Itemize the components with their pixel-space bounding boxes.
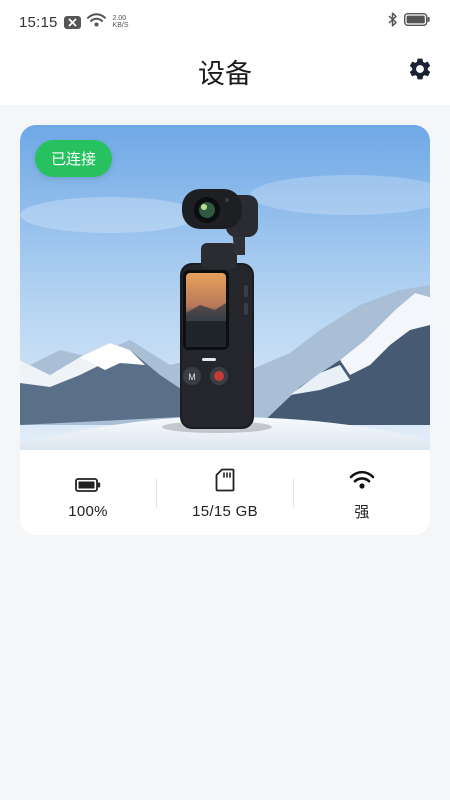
gear-icon — [409, 58, 431, 80]
storage-value: 15/15 GB — [192, 502, 258, 520]
notification-icon — [63, 15, 81, 29]
device-stats: 100% 15/15 GB 强 — [20, 450, 430, 535]
status-right — [388, 12, 430, 32]
connection-status-badge: 已连接 — [35, 140, 113, 177]
device-card[interactable]: M 已连接 100% 15/15 GB 强 — [20, 125, 430, 535]
app-header: 设备 — [0, 44, 450, 105]
wifi-icon — [349, 464, 375, 490]
settings-button[interactable] — [406, 55, 434, 83]
battery-value: 100% — [68, 502, 108, 520]
network-speed: 2.00 KB/S — [113, 15, 129, 29]
svg-text:M: M — [188, 372, 196, 382]
signal-value: 强 — [354, 503, 370, 521]
network-speed-unit: KB/S — [112, 22, 129, 29]
status-bar: 15:15 2.00 KB/S — [0, 0, 450, 44]
battery-stat: 100% — [20, 466, 156, 520]
bluetooth-icon — [388, 12, 398, 32]
device-hero-image: M 已连接 — [20, 125, 430, 450]
status-left: 15:15 2.00 KB/S — [19, 12, 129, 32]
network-speed-value: 2.00 — [112, 15, 127, 22]
signal-stat: 强 — [294, 464, 430, 522]
phone-battery-icon — [403, 12, 430, 31]
storage-stat: 15/15 GB — [157, 466, 293, 520]
page-title: 设备 — [198, 59, 252, 90]
sd-card-icon — [215, 466, 235, 492]
wifi-status-icon — [86, 12, 106, 32]
status-time: 15:15 — [19, 13, 58, 31]
battery-icon — [75, 466, 101, 492]
